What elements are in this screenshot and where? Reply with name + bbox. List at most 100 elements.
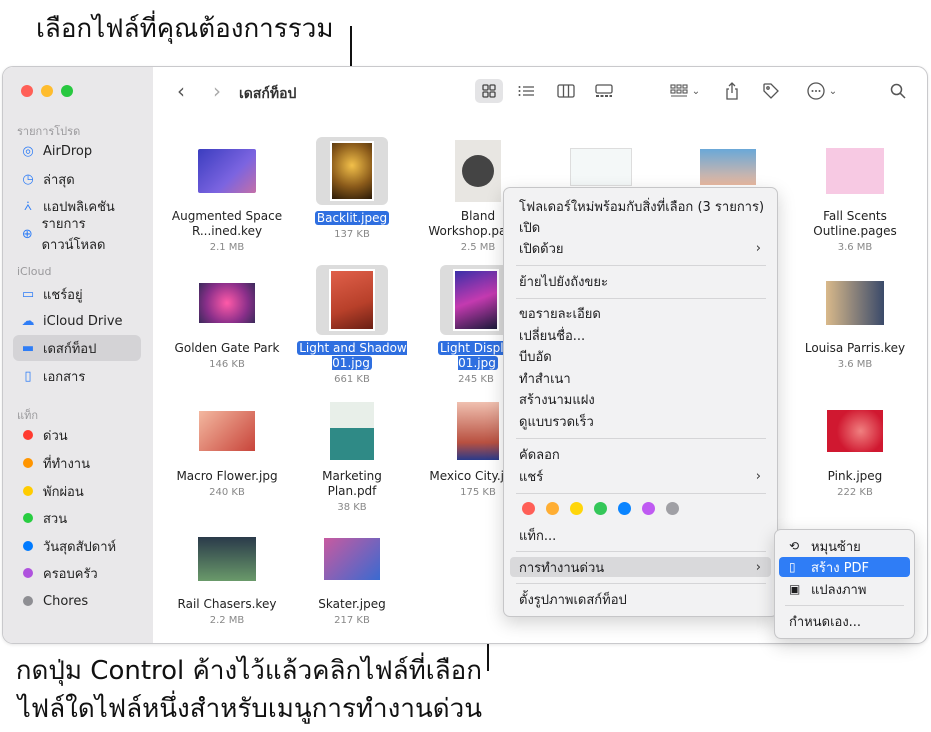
- close-window-button[interactable]: [21, 85, 33, 97]
- sidebar-tag-weekend[interactable]: วันสุดสัปดาห์: [13, 533, 141, 559]
- menu-copy[interactable]: คัดลอก: [510, 444, 771, 464]
- action-menu-button[interactable]: ⌄: [803, 79, 841, 103]
- menu-quick-look[interactable]: ดูแบบรวดเร็ว: [510, 411, 771, 431]
- menu-open[interactable]: เปิด: [510, 217, 771, 237]
- menu-item-label: โฟลเดอร์ใหม่พร้อมกับสิ่งที่เลือก (3 รายก…: [519, 199, 765, 215]
- image-thumbnail: [440, 265, 512, 335]
- sidebar-tag-work[interactable]: ที่ทำงาน: [13, 450, 141, 476]
- file-name-wrapper: Backlit.jpeg: [292, 211, 412, 226]
- share-button[interactable]: [721, 79, 743, 103]
- column-view-button[interactable]: [553, 79, 579, 103]
- yellow-tag-color-button[interactable]: [570, 502, 583, 515]
- menu-quick-actions[interactable]: การทำงานด่วน ›: [510, 557, 771, 577]
- menu-move-to-trash[interactable]: ย้ายไปยังถังขยะ: [510, 271, 771, 291]
- submenu-convert-image[interactable]: ▣ แปลงภาพ: [779, 579, 910, 599]
- purple-tag-color-button[interactable]: [642, 502, 655, 515]
- menu-duplicate[interactable]: ทำสำเนา: [510, 368, 771, 388]
- menu-item-label: ขอรายละเอียด: [519, 306, 601, 322]
- list-icon: [518, 86, 534, 96]
- yellow-tag-icon: [23, 486, 33, 496]
- sidebar-item-label: เอกสาร: [43, 369, 86, 385]
- more-icon: [807, 82, 825, 100]
- tag-button[interactable]: [759, 79, 783, 103]
- zoom-window-button[interactable]: [61, 85, 73, 97]
- file-light-and-shadow[interactable]: Light and Shadow 01.jpg 661 KB: [292, 265, 412, 386]
- search-button[interactable]: [887, 79, 909, 103]
- gray-tag-color-button[interactable]: [666, 502, 679, 515]
- file-name: Augmented Space R...ined.key: [171, 209, 283, 238]
- gallery-view-button[interactable]: [591, 79, 617, 103]
- file-name: Fall Scents Outline.pages: [813, 209, 897, 238]
- menu-make-alias[interactable]: สร้างนามแฝง: [510, 389, 771, 409]
- file-louisa-parris[interactable]: Louisa Parris.key 3.6 MB: [795, 271, 915, 371]
- menu-rename[interactable]: เปลี่ยนชื่อ...: [510, 325, 771, 345]
- submenu-customize[interactable]: กำหนดเอง...: [779, 611, 910, 631]
- file-augmented-space[interactable]: Augmented Space R...ined.key 2.1 MB: [167, 139, 287, 254]
- blue-tag-color-button[interactable]: [618, 502, 631, 515]
- keynote-thumbnail: [192, 139, 262, 203]
- file-portrait-photo[interactable]: [668, 147, 788, 187]
- file-backlit[interactable]: Backlit.jpeg 137 KB: [292, 137, 412, 241]
- minimize-window-button[interactable]: [41, 85, 53, 97]
- orange-tag-icon: [23, 458, 33, 468]
- forward-button[interactable]: ›: [207, 79, 227, 103]
- menu-get-info[interactable]: ขอรายละเอียด: [510, 303, 771, 323]
- sidebar-tag-vacation[interactable]: พักผ่อน: [13, 478, 141, 504]
- sidebar-item-desktop[interactable]: ▬ เดสก์ท็อป: [13, 335, 141, 361]
- file-size: 38 KB: [337, 502, 367, 513]
- menu-compress[interactable]: บีบอัด: [510, 346, 771, 366]
- quick-actions-submenu: ⟲ หมุนซ้าย ▯ สร้าง PDF ▣ แปลงภาพ กำหนดเอง..…: [774, 529, 915, 639]
- file-fall-scents[interactable]: Fall Scents Outline.pages 3.6 MB: [795, 139, 915, 254]
- file-macro-flower[interactable]: Macro Flower.jpg 240 KB: [167, 399, 287, 499]
- image-thumbnail: [820, 399, 890, 463]
- pdf-thumbnail: [317, 399, 387, 463]
- menu-tags[interactable]: แท็ก...: [510, 525, 771, 545]
- submenu-create-pdf[interactable]: ▯ สร้าง PDF: [779, 557, 910, 577]
- file-chart-doc[interactable]: [541, 147, 661, 187]
- file-size: 146 KB: [209, 359, 245, 370]
- sidebar-tag-family[interactable]: ครอบครัว: [13, 560, 141, 586]
- menu-open-with[interactable]: เปิดด้วย ›: [510, 238, 771, 258]
- icon-view-button[interactable]: [475, 79, 503, 103]
- file-skater[interactable]: Skater.jpeg 217 KB: [292, 527, 412, 627]
- sidebar-item-shared[interactable]: ▭ แชร์อยู่: [13, 281, 141, 307]
- sidebar-item-icloud-drive[interactable]: ☁ iCloud Drive: [13, 308, 141, 334]
- menu-share[interactable]: แชร์ ›: [510, 466, 771, 486]
- file-size: 2.1 MB: [209, 242, 245, 253]
- document-icon: ▯: [24, 368, 32, 384]
- menu-item-label: กำหนดเอง...: [789, 614, 862, 630]
- green-tag-icon: [23, 513, 33, 523]
- share-icon: [726, 82, 738, 100]
- menu-new-folder-with-selection[interactable]: โฟลเดอร์ใหม่พร้อมกับสิ่งที่เลือก (3 รายก…: [510, 196, 771, 216]
- back-button[interactable]: ‹: [171, 79, 191, 103]
- green-tag-color-button[interactable]: [594, 502, 607, 515]
- file-marketing-plan[interactable]: Marketing Plan.pdf 38 KB: [292, 399, 412, 514]
- menu-item-label: หมุนซ้าย: [811, 539, 861, 555]
- menu-item-label: ทำสำเนา: [519, 371, 571, 387]
- clock-icon: ◷: [22, 171, 34, 187]
- sidebar-item-airdrop[interactable]: ◎ AirDrop: [13, 138, 141, 164]
- sidebar-item-label: สวน: [43, 511, 68, 527]
- sidebar-tag-garden[interactable]: สวน: [13, 505, 141, 531]
- gray-tag-icon: [23, 596, 33, 606]
- sidebar-tag-urgent[interactable]: ด่วน: [13, 422, 141, 448]
- menu-item-label: ย้ายไปยังถังขยะ: [519, 274, 608, 290]
- file-golden-gate[interactable]: Golden Gate Park 146 KB: [167, 271, 287, 371]
- orange-tag-color-button[interactable]: [546, 502, 559, 515]
- file-size: 217 KB: [334, 615, 370, 626]
- file-rail-chasers[interactable]: Rail Chasers.key 2.2 MB: [167, 527, 287, 627]
- list-view-button[interactable]: [513, 79, 539, 103]
- sidebar-item-documents[interactable]: ▯ เอกสาร: [13, 363, 141, 389]
- sidebar-item-downloads[interactable]: ⊕ รายการดาวน์โหลด: [13, 217, 141, 253]
- submenu-rotate-left[interactable]: ⟲ หมุนซ้าย: [779, 536, 910, 556]
- file-pink[interactable]: Pink.jpeg 222 KB: [795, 399, 915, 499]
- red-tag-color-button[interactable]: [522, 502, 535, 515]
- chevron-down-icon: ⌄: [828, 85, 838, 97]
- sidebar-tag-chores[interactable]: Chores: [13, 588, 141, 614]
- image-thumbnail: [316, 265, 388, 335]
- menu-separator: [516, 438, 766, 439]
- sidebar-item-recents[interactable]: ◷ ล่าสุด: [13, 166, 141, 192]
- menu-set-desktop-picture[interactable]: ตั้งรูปภาพเดสก์ท็อป: [510, 589, 771, 609]
- file-name: Light and Shadow 01.jpg: [297, 341, 407, 370]
- group-button[interactable]: ⌄: [665, 79, 705, 103]
